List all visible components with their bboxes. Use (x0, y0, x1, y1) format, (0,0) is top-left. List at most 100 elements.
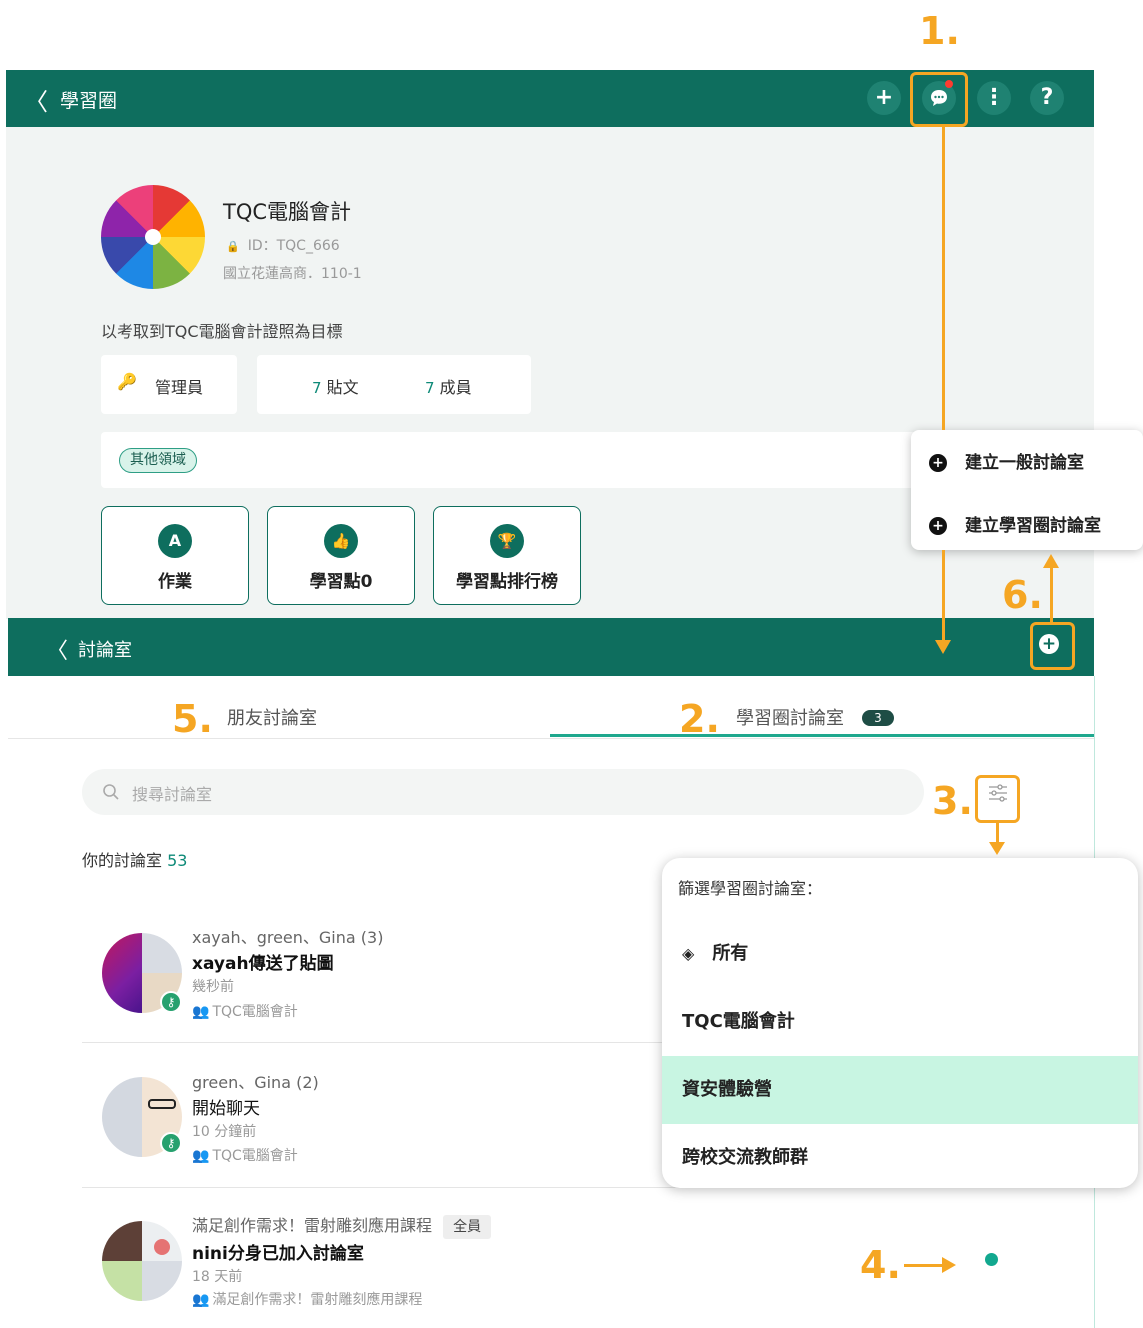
points-tile[interactable]: 👍 學習點0 (267, 506, 415, 605)
people-icon: 👥 (192, 1148, 210, 1164)
room-group-name: 滿足創作需求！雷射雕刻應用課程 (212, 1292, 423, 1308)
more-vertical-icon: ⋮ (983, 85, 1005, 110)
create-group-room-label: 建立學習圈討論室 (965, 516, 1101, 536)
room-group-name: TQC電腦會計 (212, 1148, 298, 1164)
filter-option[interactable]: 跨校交流教師群 (662, 1124, 1138, 1188)
search-input[interactable]: 搜尋討論室 (132, 781, 212, 805)
room-participants: xayah、green、Gina (3) (192, 928, 384, 947)
filter-option[interactable]: TQC電腦會計 (662, 988, 1138, 1056)
members-count: 7 (425, 379, 435, 397)
room-group: 👥 TQC電腦會計 (192, 1001, 298, 1021)
group-id-text: ID：TQC_666 (247, 238, 340, 254)
room-row[interactable]: ⚷ green、Gina (2) 開始聊天 10 分鐘前 👥 TQC電腦會計 (82, 1060, 682, 1188)
create-group-room-item[interactable]: + 建立學習圈討論室 (929, 511, 1101, 536)
annotation-connector (1050, 568, 1053, 622)
room-participants: 滿足創作需求！雷射雕刻應用課程 全員 (192, 1212, 492, 1239)
tab-bar (8, 738, 1094, 739)
annotation-2: 2. (679, 697, 720, 741)
room-group: 👥 滿足創作需求！雷射雕刻應用課程 (192, 1289, 422, 1309)
room-last-message: nini分身已加入討論室 (192, 1244, 364, 1264)
room-time: 幾秒前 (192, 979, 234, 995)
everyone-tag: 全員 (443, 1215, 492, 1239)
people-icon: 👥 (192, 1004, 210, 1020)
trophy-icon: 🏆 (490, 524, 524, 558)
posts-stat[interactable]: 7 貼文 (312, 374, 359, 398)
filter-option-selected[interactable]: 資安體驗營 (662, 1056, 1138, 1124)
group-id: 🔒 ID：TQC_666 (226, 235, 340, 255)
plus-circle-icon: + (929, 454, 947, 472)
arrow-right-icon (942, 1257, 956, 1273)
discussion-app-bar: 〈 討論室 + (8, 618, 1094, 676)
key-badge: ⚷ (160, 991, 182, 1013)
help-button[interactable]: ? (1030, 81, 1064, 115)
room-group-name: TQC電腦會計 (212, 1004, 298, 1020)
annotation-1: 1. (919, 9, 960, 53)
filter-menu: 篩選學習圈討論室： ◈ 所有 TQC電腦會計 資安體驗營 跨校交流教師群 (662, 858, 1138, 1188)
leaderboard-label: 學習點排行榜 (456, 572, 558, 592)
more-button[interactable]: ⋮ (977, 81, 1011, 115)
discussion-title: 討論室 (78, 640, 132, 661)
annotation-4: 4. (860, 1243, 901, 1287)
page-title: 學習圈 (60, 90, 118, 112)
tab-group-rooms[interactable]: 學習圈討論室 3 (736, 704, 894, 730)
group-name: TQC電腦會計 (223, 200, 352, 224)
layers-icon: ◈ (682, 944, 695, 963)
active-tab-indicator (550, 734, 1094, 737)
room-group: 👥 TQC電腦會計 (192, 1145, 298, 1165)
group-school: 國立花蓮高商．110-1 (223, 266, 362, 282)
annotation-6: 6. (1002, 573, 1043, 617)
plus-icon: + (874, 85, 894, 110)
tab-friend-rooms[interactable]: 朋友討論室 (227, 704, 317, 730)
posts-count: 7 (312, 379, 322, 397)
assignment-icon: A (158, 524, 192, 558)
annotation-5: 5. (172, 697, 213, 741)
annotation-connector (942, 127, 945, 430)
annotation-connector (904, 1264, 944, 1267)
key-icon: 🔑 (117, 372, 137, 391)
section-header: 你的討論室 53 (82, 847, 187, 871)
annotation-box-6 (1030, 622, 1075, 670)
tab-count-badge: 3 (862, 710, 894, 726)
create-room-menu: + 建立一般討論室 + 建立學習圈討論室 (911, 430, 1143, 550)
thumbs-up-icon: 👍 (324, 524, 358, 558)
search-bar[interactable]: 搜尋討論室 (82, 769, 924, 815)
room-last-message: xayah傳送了貼圖 (192, 954, 334, 974)
filter-menu-title: 篩選學習圈討論室： (678, 879, 823, 898)
arrow-up-icon (1043, 554, 1059, 568)
homework-tile[interactable]: A 作業 (101, 506, 249, 605)
members-label: 成員 (439, 378, 472, 397)
annotation-box-3 (975, 775, 1020, 823)
room-avatar (102, 1221, 182, 1301)
annotation-box-1 (910, 72, 968, 127)
room-last-message: 開始聊天 (192, 1099, 260, 1119)
add-button[interactable]: + (867, 81, 901, 115)
lock-icon: 🔒 (226, 240, 240, 253)
create-general-room-item[interactable]: + 建立一般討論室 (929, 448, 1084, 473)
room-row[interactable]: ⚷ xayah、green、Gina (3) xayah傳送了貼圖 幾秒前 👥 T… (82, 915, 682, 1043)
group-description: 以考取到TQC電腦會計證照為目標 (101, 322, 343, 341)
arrow-down-icon (935, 640, 951, 654)
room-count: 53 (167, 851, 188, 870)
filter-option-all[interactable]: ◈ 所有 (662, 920, 1138, 988)
tag-row (101, 432, 931, 488)
annotation-connector (942, 550, 945, 642)
question-icon: ? (1040, 85, 1054, 110)
arrow-down-icon (989, 842, 1005, 855)
unread-indicator (985, 1253, 998, 1266)
plus-circle-icon: + (929, 517, 947, 535)
discussion-back-button[interactable]: 〈 (46, 633, 68, 665)
filter-option-label: 所有 (712, 943, 749, 964)
key-badge: ⚷ (160, 1132, 182, 1154)
category-tag[interactable]: 其他領域 (119, 448, 197, 473)
room-row[interactable]: 滿足創作需求！雷射雕刻應用課程 全員 nini分身已加入討論室 18 天前 👥 滿… (82, 1205, 942, 1315)
section-label: 你的討論室 (82, 851, 163, 870)
room-time: 18 天前 (192, 1269, 243, 1285)
stats-card: 7 貼文 7 成員 (257, 355, 531, 414)
back-button[interactable]: 〈 (24, 82, 48, 117)
search-icon (103, 784, 119, 800)
role-card: 🔑 管理員 (101, 355, 237, 414)
homework-label: 作業 (158, 572, 192, 592)
annotation-3: 3. (932, 779, 973, 823)
members-stat[interactable]: 7 成員 (425, 374, 472, 398)
leaderboard-tile[interactable]: 🏆 學習點排行榜 (433, 506, 581, 605)
